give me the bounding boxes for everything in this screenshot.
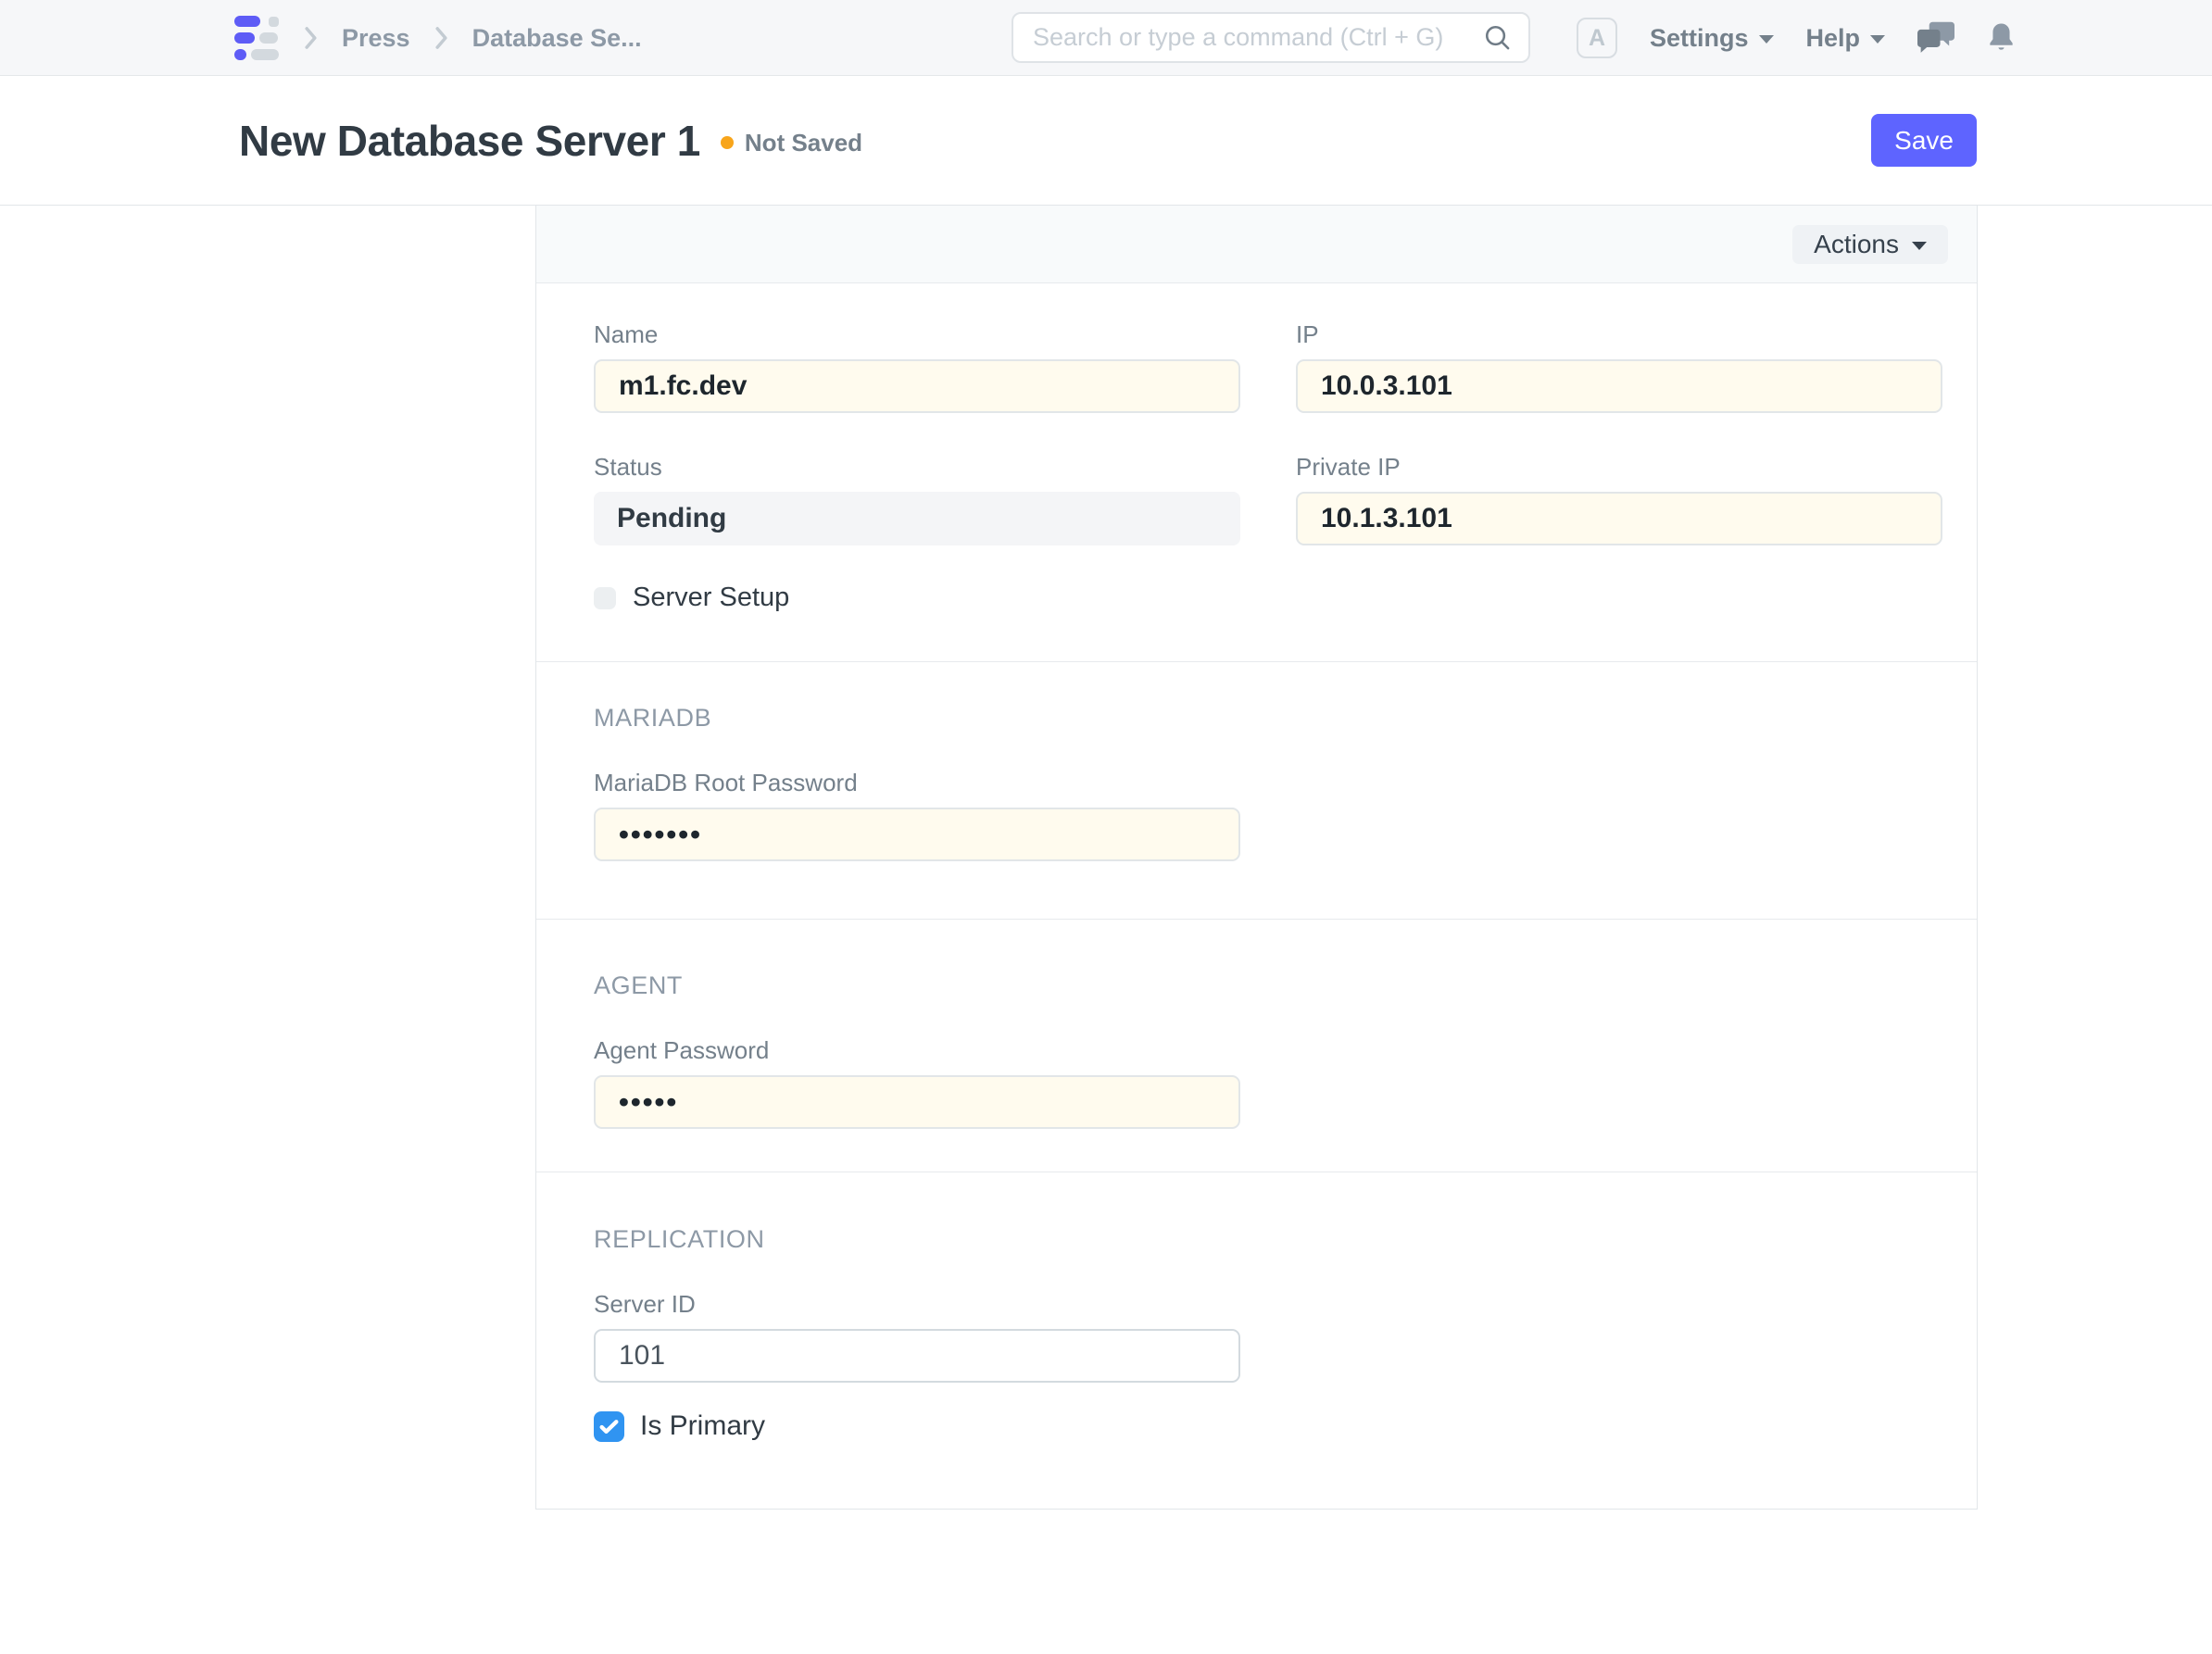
name-input[interactable] bbox=[594, 359, 1240, 413]
field-label-ip: IP bbox=[1296, 320, 1942, 349]
field-label-mariadb-root-password: MariaDB Root Password bbox=[594, 768, 1240, 797]
not-saved-label: Not Saved bbox=[745, 129, 862, 157]
chevron-down-icon bbox=[1912, 242, 1927, 250]
section-main: Name IP Status Pending Private IP Server… bbox=[536, 283, 1977, 662]
breadcrumb-item-database-server[interactable]: Database Se... bbox=[472, 24, 642, 53]
avatar[interactable]: A bbox=[1577, 18, 1617, 58]
help-menu-label: Help bbox=[1806, 24, 1861, 53]
section-heading-agent: AGENT bbox=[594, 971, 1919, 1000]
title-wrap: New Database Server 1 Not Saved bbox=[239, 76, 862, 206]
chevron-down-icon bbox=[1870, 35, 1885, 44]
frappe-logo-icon[interactable] bbox=[234, 16, 279, 60]
field-grid: Name IP Status Pending Private IP bbox=[594, 320, 1919, 545]
field-private-ip: Private IP bbox=[1296, 452, 1942, 545]
agent-password-input[interactable] bbox=[594, 1075, 1240, 1129]
global-search bbox=[1012, 12, 1530, 63]
field-agent-password: Agent Password bbox=[594, 1035, 1240, 1129]
server-setup-label: Server Setup bbox=[633, 583, 789, 613]
actions-dropdown-button[interactable]: Actions bbox=[1792, 225, 1948, 264]
section-heading-mariadb: MARIADB bbox=[594, 704, 1919, 733]
breadcrumb: Press Database Se... bbox=[304, 24, 642, 53]
page-title: New Database Server 1 bbox=[239, 116, 700, 166]
chevron-right-icon bbox=[434, 26, 448, 50]
orange-dot-icon bbox=[721, 136, 734, 149]
desk-page: { "colors": { "primary_button": "#5E64FF… bbox=[0, 0, 2212, 1654]
field-status: Status Pending bbox=[594, 452, 1240, 545]
field-mariadb-root-password: MariaDB Root Password bbox=[594, 768, 1240, 861]
status-value: Pending bbox=[594, 492, 1240, 545]
bell-icon[interactable] bbox=[1987, 22, 2016, 54]
field-label-server-id: Server ID bbox=[594, 1289, 1240, 1319]
settings-menu[interactable]: Settings bbox=[1650, 24, 1774, 53]
field-label-private-ip: Private IP bbox=[1296, 452, 1942, 482]
field-label-status: Status bbox=[594, 452, 1240, 482]
field-ip: IP bbox=[1296, 320, 1942, 413]
navbar: Press Database Se... A Settings Help bbox=[0, 0, 2212, 76]
is-primary-label: Is Primary bbox=[640, 1410, 765, 1442]
breadcrumb-item-press[interactable]: Press bbox=[342, 24, 410, 53]
is-primary-row: Is Primary bbox=[594, 1410, 1919, 1442]
field-label-agent-password: Agent Password bbox=[594, 1035, 1240, 1065]
chat-icon[interactable] bbox=[1917, 21, 1954, 55]
search-icon bbox=[1483, 23, 1512, 52]
checkmark-icon bbox=[597, 1415, 621, 1438]
actions-label: Actions bbox=[1814, 230, 1899, 259]
section-replication: REPLICATION Server ID Is Primary bbox=[536, 1172, 1977, 1510]
status-indicator: Not Saved bbox=[721, 129, 862, 157]
navbar-right: A Settings Help bbox=[1577, 0, 2016, 76]
field-name: Name bbox=[594, 320, 1240, 413]
form-toolbar: Actions bbox=[536, 206, 1977, 283]
mariadb-root-password-input[interactable] bbox=[594, 808, 1240, 861]
chevron-down-icon bbox=[1759, 35, 1774, 44]
field-label-name: Name bbox=[594, 320, 1240, 349]
is-primary-checkbox[interactable] bbox=[594, 1411, 624, 1442]
navbar-left: Press Database Se... bbox=[234, 0, 642, 76]
settings-menu-label: Settings bbox=[1650, 24, 1749, 53]
save-button[interactable]: Save bbox=[1871, 114, 1977, 167]
chevron-right-icon bbox=[304, 26, 318, 50]
section-mariadb: MARIADB MariaDB Root Password bbox=[536, 662, 1977, 920]
ip-input[interactable] bbox=[1296, 359, 1942, 413]
server-setup-row: Server Setup bbox=[594, 583, 1919, 613]
page-head: New Database Server 1 Not Saved Save bbox=[0, 76, 2212, 206]
form-card: Actions Name IP Status Pending Private I… bbox=[535, 206, 1978, 1510]
server-id-input[interactable] bbox=[594, 1329, 1240, 1383]
private-ip-input[interactable] bbox=[1296, 492, 1942, 545]
field-server-id: Server ID bbox=[594, 1289, 1240, 1383]
section-heading-replication: REPLICATION bbox=[594, 1225, 1919, 1254]
server-setup-checkbox[interactable] bbox=[594, 587, 616, 609]
section-agent: AGENT Agent Password bbox=[536, 920, 1977, 1172]
help-menu[interactable]: Help bbox=[1806, 24, 1886, 53]
search-input[interactable] bbox=[1033, 23, 1474, 52]
